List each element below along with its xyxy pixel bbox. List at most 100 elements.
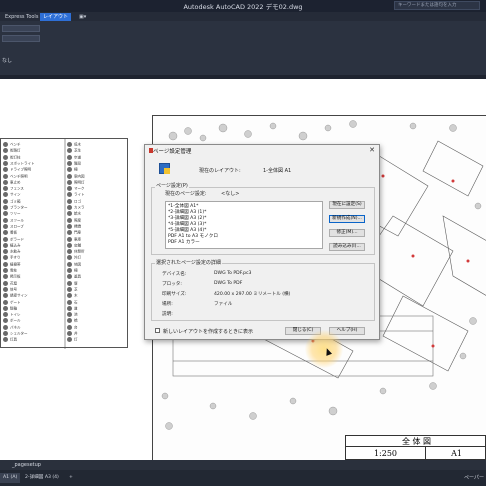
legend-label: 街灯柱 (10, 155, 21, 160)
legend-symbol-icon (3, 217, 8, 223)
legend-symbol-icon (67, 286, 72, 292)
list-item[interactable]: PDF A1 カラー (168, 239, 322, 245)
show-on-new-layout-checkbox[interactable] (155, 328, 160, 333)
tab-layout[interactable]: レイアウト (40, 13, 72, 21)
checkbox-label: 新しいレイアウトを作成するときに表示 (163, 329, 254, 335)
legend-symbol-icon (67, 249, 72, 255)
legend-symbol-icon (67, 167, 72, 173)
legend-label: 花壇 (10, 281, 17, 286)
legend-symbol-icon (3, 337, 8, 343)
legend-symbol-icon (3, 280, 8, 286)
page-setup-list[interactable]: *1-全体図 A1* *2-詳細図 A3 (1)* *3-詳細図 A3 (2)*… (165, 201, 323, 249)
detail-value: ファイル (214, 302, 233, 307)
legend-label: 井 (74, 331, 78, 336)
legend-label: 灯具 (10, 337, 17, 342)
legend-symbol-icon (3, 148, 8, 154)
detail-key: プロッタ: (162, 282, 182, 287)
legend-label: 街路灯 (10, 148, 21, 153)
ribbon-tabs: Express Tools レイアウト ▣▾ (0, 12, 486, 21)
legend-symbol-icon (67, 198, 72, 204)
legend-symbol-icon (67, 331, 72, 336)
title-block-title: 全 体 図 (346, 436, 486, 447)
legend-symbol-icon (67, 318, 72, 324)
legend-symbol-icon (67, 242, 72, 248)
symbol-legend-table: ベンチ 街路灯 街灯柱 スポットライト ドライブ照明 ベンチ照明 車止め フェンス サイン ゴミ箱… (0, 138, 128, 349)
ribbon-dropdown-2[interactable] (2, 35, 40, 42)
legend-symbol-icon (3, 179, 8, 185)
legend-label: プランター (10, 205, 28, 210)
layout-tabs: A1 (A) 2-詳細図 A3 (4) + (0, 473, 486, 483)
detail-key: 説明: (162, 312, 173, 317)
legend-symbol-icon (67, 324, 72, 330)
legend-label: マーク (74, 186, 85, 191)
legend-label: 手すり (10, 255, 21, 260)
legend-symbol-icon (3, 173, 8, 179)
legend-symbol-icon (3, 167, 8, 173)
legend-label: ベンチ (10, 142, 21, 147)
legend-symbol-icon (3, 331, 8, 336)
legend-label: スツール (10, 218, 24, 223)
close-icon[interactable]: ✕ (369, 146, 375, 154)
legend-label: カメラ (74, 205, 85, 210)
legend-label: 駐輪 (10, 306, 17, 311)
search-input[interactable]: キーワードまたは語句を入力 (394, 1, 480, 10)
legend-label: サイン (10, 192, 21, 197)
tab-more[interactable]: ▣▾ (76, 13, 89, 21)
legend-symbol-icon (3, 324, 8, 330)
legend-symbol-icon (67, 192, 72, 198)
legend-label: 給水 (74, 211, 81, 216)
legend-label: 電柱 (10, 268, 17, 273)
legend-label: 標識 (74, 224, 81, 229)
legend-symbol-icon (67, 261, 72, 267)
layout-tab[interactable]: 2-詳細図 A3 (4) (22, 473, 62, 483)
import-button[interactable]: 読み込み(I)... (329, 243, 365, 251)
legend-label: 歩道 (74, 155, 81, 160)
legend-label: パネル (10, 325, 21, 330)
legend-label: スロープ (10, 224, 24, 229)
legend-symbol-icon (67, 186, 72, 192)
legend-symbol-icon (67, 154, 72, 160)
layout-tab[interactable]: A1 (A) (0, 473, 21, 483)
legend-label: 道 (74, 306, 78, 311)
page-setup-group-label: ページ設定(P) (155, 182, 189, 189)
legend-label: 木 (74, 293, 78, 298)
layout-icon (159, 163, 170, 174)
legend-label: 門扉 (74, 230, 81, 235)
legend-label: 柵 (74, 268, 78, 273)
legend-symbol-icon (67, 173, 72, 179)
modify-button[interactable]: 修正(M)... (329, 229, 365, 237)
legend-symbol-icon (67, 142, 72, 147)
legend-symbol-icon (3, 286, 8, 292)
legend-label: 店舗 (74, 243, 81, 248)
paper-space-toggle[interactable]: ペーパー (464, 473, 484, 483)
legend-label: ゲート (10, 300, 21, 304)
legend-symbol-icon (67, 217, 72, 223)
legend-symbol-icon (3, 192, 8, 198)
new-button[interactable]: 新規作成(N)... (329, 215, 365, 223)
legend-symbol-icon (67, 255, 72, 261)
legend-symbol-icon (67, 160, 72, 166)
legend-symbol-icon (67, 179, 72, 185)
ribbon-dropdown-1[interactable] (2, 25, 40, 32)
legend-label: 水飲み (10, 249, 21, 254)
legend-label: ロゴ (74, 199, 81, 204)
legend-label: 車庫 (74, 237, 81, 241)
command-line[interactable]: _pagesetup (0, 460, 486, 470)
legend-symbol-icon (67, 305, 72, 311)
legend-symbol-icon (3, 261, 8, 267)
ribbon-label: なし (2, 58, 13, 64)
add-layout-tab[interactable]: + (66, 473, 76, 483)
detail-value: DWG To PDF (214, 281, 243, 286)
legend-symbol-icon (3, 230, 8, 236)
legend-label: ボラード (10, 237, 24, 241)
legend-symbol-icon (67, 337, 72, 343)
legend-symbol-icon (3, 274, 8, 280)
set-current-button[interactable]: 現在に設定(S) (329, 201, 365, 209)
legend-label: 遊具 (74, 274, 81, 279)
legend-symbol-icon (67, 299, 72, 305)
legend-symbol-icon (67, 312, 72, 318)
legend-symbol-icon (67, 230, 72, 236)
legend-label: スポットライト (10, 161, 35, 166)
legend-row: 灯 (67, 337, 78, 344)
tab-express-tools[interactable]: Express Tools (2, 13, 41, 21)
